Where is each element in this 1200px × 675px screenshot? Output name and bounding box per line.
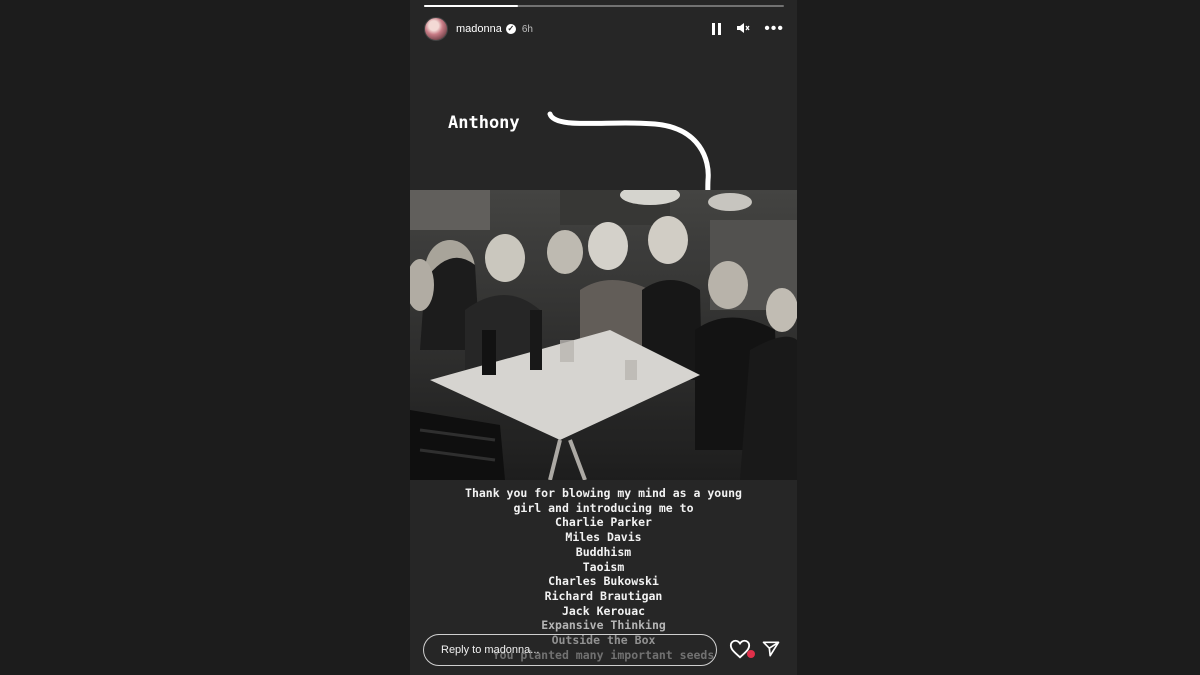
story-viewer: madonna ✓ 6h ••• Anthony Thank you for b… xyxy=(410,0,797,675)
story-photo xyxy=(410,190,797,480)
caption-line: Jack Kerouac xyxy=(561,603,646,618)
reply-input[interactable] xyxy=(439,643,693,657)
caption-line: girl and introducing me to xyxy=(513,500,694,515)
caption-line: Thank you for blowing my mind as a young xyxy=(465,486,742,500)
send-icon[interactable] xyxy=(761,638,781,660)
reply-field[interactable] xyxy=(423,634,717,666)
caption-line: Charles Bukowski xyxy=(548,574,659,589)
caption-line: Miles Davis xyxy=(565,530,642,545)
like-dot-icon xyxy=(747,650,755,658)
caption-line: Richard Brautigan xyxy=(544,588,663,603)
caption-line: Expansive Thinking xyxy=(541,618,666,633)
caption-line: Taoism xyxy=(582,559,625,574)
caption-line: Buddhism xyxy=(575,544,632,559)
caption-line: Charlie Parker xyxy=(555,515,652,530)
